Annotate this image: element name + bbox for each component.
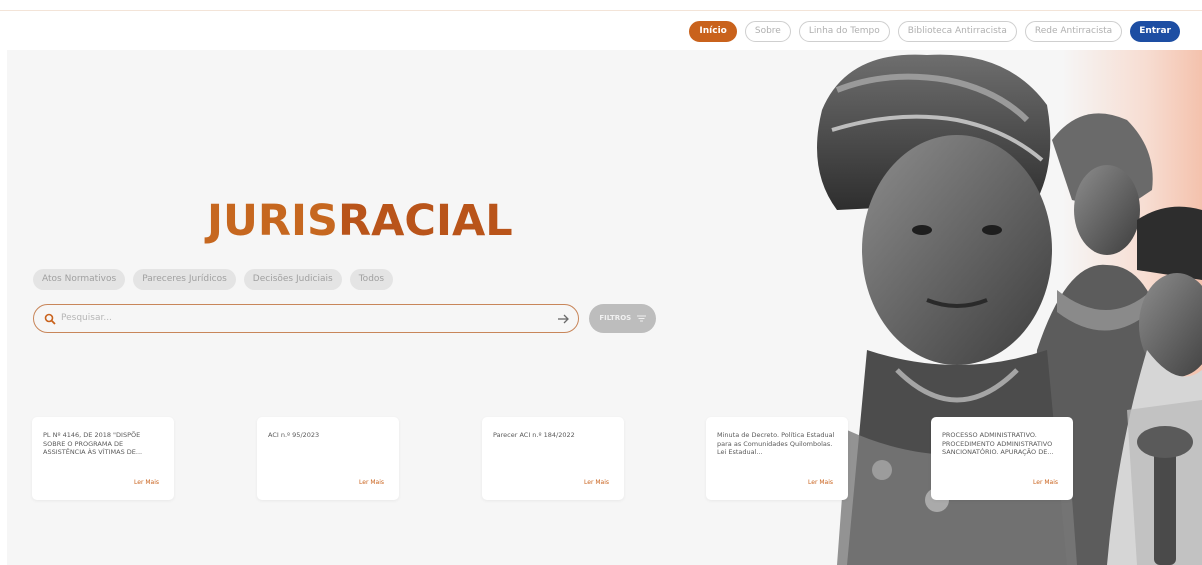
nav-sobre[interactable]: Sobre: [744, 21, 791, 42]
card-title: Minuta de Decreto. Política Estadual par…: [717, 431, 835, 456]
top-divider: [0, 10, 1202, 11]
nav-rede-antirracista[interactable]: Rede Antirracista: [1024, 21, 1123, 42]
read-more-link[interactable]: Ler Mais: [134, 479, 159, 486]
chip-atos-normativos[interactable]: Atos Normativos: [33, 269, 126, 290]
filters-button[interactable]: FILTROS: [589, 304, 656, 333]
card-title: ACI n.º 95/2023: [268, 431, 320, 439]
logo-racial: RACIAL: [338, 196, 513, 246]
document-card[interactable]: PL Nº 4146, DE 2018 "DISPÕE SOBRE O PROG…: [32, 417, 174, 500]
logo-juris: JURIS: [207, 196, 338, 246]
document-card[interactable]: PROCESSO ADMINISTRATIVO. PROCEDIMENTO AD…: [931, 417, 1073, 500]
category-filters: Atos Normativos Pareceres Jurídicos Deci…: [33, 269, 394, 290]
document-card[interactable]: ACI n.º 95/2023 Ler Mais: [257, 417, 399, 500]
nav-biblioteca-antirracista[interactable]: Biblioteca Antirracista: [897, 21, 1017, 42]
filters-label: FILTROS: [599, 314, 632, 322]
read-more-link[interactable]: Ler Mais: [584, 479, 609, 486]
read-more-link[interactable]: Ler Mais: [808, 479, 833, 486]
search-icon: [44, 313, 56, 325]
document-card[interactable]: Minuta de Decreto. Política Estadual par…: [706, 417, 848, 500]
arrow-right-icon[interactable]: [556, 312, 570, 326]
jurisracial-logo: JURIS RACIAL: [207, 196, 513, 246]
nav-inicio[interactable]: Início: [689, 21, 737, 42]
chip-todos[interactable]: Todos: [349, 269, 394, 290]
filter-lines-icon: [636, 315, 646, 321]
read-more-link[interactable]: Ler Mais: [359, 479, 384, 486]
document-card[interactable]: Parecer ACI n.º 184/2022 Ler Mais: [482, 417, 624, 500]
chip-decisoes-judiciais[interactable]: Decisões Judiciais: [243, 269, 342, 290]
login-button[interactable]: Entrar: [1130, 21, 1180, 42]
card-title: PL Nº 4146, DE 2018 "DISPÕE SOBRE O PROG…: [43, 431, 143, 456]
chip-pareceres-juridicos[interactable]: Pareceres Jurídicos: [133, 269, 236, 290]
main-nav: Início Sobre Linha do Tempo Biblioteca A…: [689, 21, 1180, 42]
nav-linha-do-tempo[interactable]: Linha do Tempo: [798, 21, 890, 42]
search-input[interactable]: Pesquisar...: [61, 313, 112, 323]
card-title: Parecer ACI n.º 184/2022: [493, 431, 575, 439]
search-bar[interactable]: Pesquisar...: [33, 304, 579, 333]
read-more-link[interactable]: Ler Mais: [1033, 479, 1058, 486]
card-title: PROCESSO ADMINISTRATIVO. PROCEDIMENTO AD…: [942, 431, 1054, 456]
hero-section: JURIS RACIAL Atos Normativos Pareceres Ju…: [7, 50, 1202, 565]
